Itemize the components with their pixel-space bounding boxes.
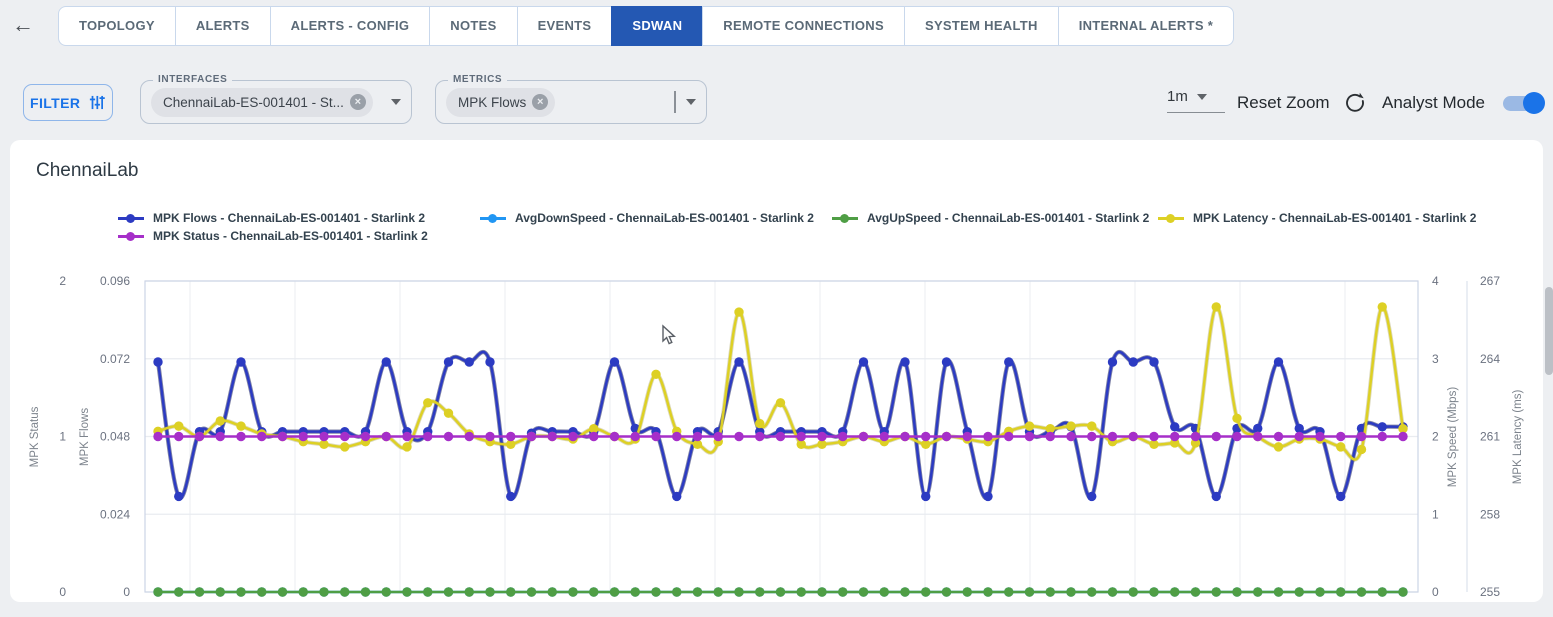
legend-marker [832, 213, 858, 223]
legend-label: MPK Status - ChennaiLab-ES-001401 - Star… [153, 229, 428, 243]
filter-button[interactable]: FILTER [23, 84, 113, 121]
legend-item-mpk-latency[interactable]: MPK Latency - ChennaiLab-ES-001401 - Sta… [1158, 211, 1476, 225]
metric-chip[interactable]: MPK Flows × [446, 88, 555, 117]
chevron-down-icon [391, 99, 401, 105]
legend-marker [480, 213, 506, 223]
tab-system-health[interactable]: SYSTEM HEALTH [904, 6, 1059, 46]
refresh-icon[interactable] [1344, 92, 1366, 114]
text-cursor [674, 91, 676, 113]
interfaces-label: INTERFACES [153, 74, 232, 85]
analyst-mode-toggle[interactable] [1503, 92, 1545, 114]
tab-alerts-config[interactable]: ALERTS - CONFIG [270, 6, 431, 46]
scrollbar-thumb[interactable] [1545, 287, 1553, 375]
legend-label: MPK Latency - ChennaiLab-ES-001401 - Sta… [1193, 211, 1476, 225]
toggle-knob [1523, 92, 1545, 114]
legend-marker [1158, 213, 1184, 223]
legend-marker [118, 231, 144, 241]
tab-topology[interactable]: TOPOLOGY [58, 6, 176, 46]
tab-internal-alerts[interactable]: INTERNAL ALERTS * [1058, 6, 1234, 46]
tab-remote-connections[interactable]: REMOTE CONNECTIONS [702, 6, 905, 46]
back-button[interactable]: ← [12, 11, 34, 39]
legend-label: AvgUpSpeed - ChennaiLab-ES-001401 - Star… [867, 211, 1149, 225]
legend-item-avgupspeed[interactable]: AvgUpSpeed - ChennaiLab-ES-001401 - Star… [832, 211, 1158, 225]
tune-icon [89, 93, 106, 112]
chart-panel [10, 140, 1543, 602]
interfaces-select[interactable]: INTERFACES ChennaiLab-ES-001401 - St... … [140, 80, 412, 124]
legend-marker [118, 213, 144, 223]
chart-legend: MPK Flows - ChennaiLab-ES-001401 - Starl… [118, 211, 1476, 243]
analyst-mode-label: Analyst Mode [1382, 93, 1485, 113]
tab-sdwan[interactable]: SDWAN [611, 6, 703, 46]
legend-item-avgdownspeed[interactable]: AvgDownSpeed - ChennaiLab-ES-001401 - St… [480, 211, 832, 225]
filter-button-label: FILTER [30, 95, 80, 111]
reset-zoom-button[interactable]: Reset Zoom [1237, 93, 1330, 113]
legend-item-mpk-flows[interactable]: MPK Flows - ChennaiLab-ES-001401 - Starl… [118, 211, 480, 225]
interface-chip-label: ChennaiLab-ES-001401 - St... [163, 95, 344, 110]
metrics-select[interactable]: METRICS MPK Flows × [435, 80, 707, 124]
legend-label: AvgDownSpeed - ChennaiLab-ES-001401 - St… [515, 211, 814, 225]
tab-events[interactable]: EVENTS [517, 6, 613, 46]
remove-metric-icon[interactable]: × [532, 94, 548, 110]
chevron-down-icon [1197, 94, 1207, 100]
chart-title: ChennaiLab [36, 160, 138, 182]
time-range-select[interactable]: 1m [1167, 88, 1225, 113]
tab-alerts[interactable]: ALERTS [175, 6, 271, 46]
chevron-down-icon [686, 99, 696, 105]
legend-label: MPK Flows - ChennaiLab-ES-001401 - Starl… [153, 211, 425, 225]
time-range-value: 1m [1167, 88, 1188, 105]
tab-notes[interactable]: NOTES [429, 6, 517, 46]
metric-chip-label: MPK Flows [458, 95, 526, 110]
remove-interface-icon[interactable]: × [350, 94, 366, 110]
page: ← TOPOLOGYALERTSALERTS - CONFIGNOTESEVEN… [0, 0, 1553, 617]
interface-chip[interactable]: ChennaiLab-ES-001401 - St... × [151, 88, 373, 117]
metrics-label: METRICS [448, 74, 507, 85]
legend-item-mpk-status[interactable]: MPK Status - ChennaiLab-ES-001401 - Star… [118, 229, 480, 243]
tab-bar: TOPOLOGYALERTSALERTS - CONFIGNOTESEVENTS… [58, 6, 1234, 46]
